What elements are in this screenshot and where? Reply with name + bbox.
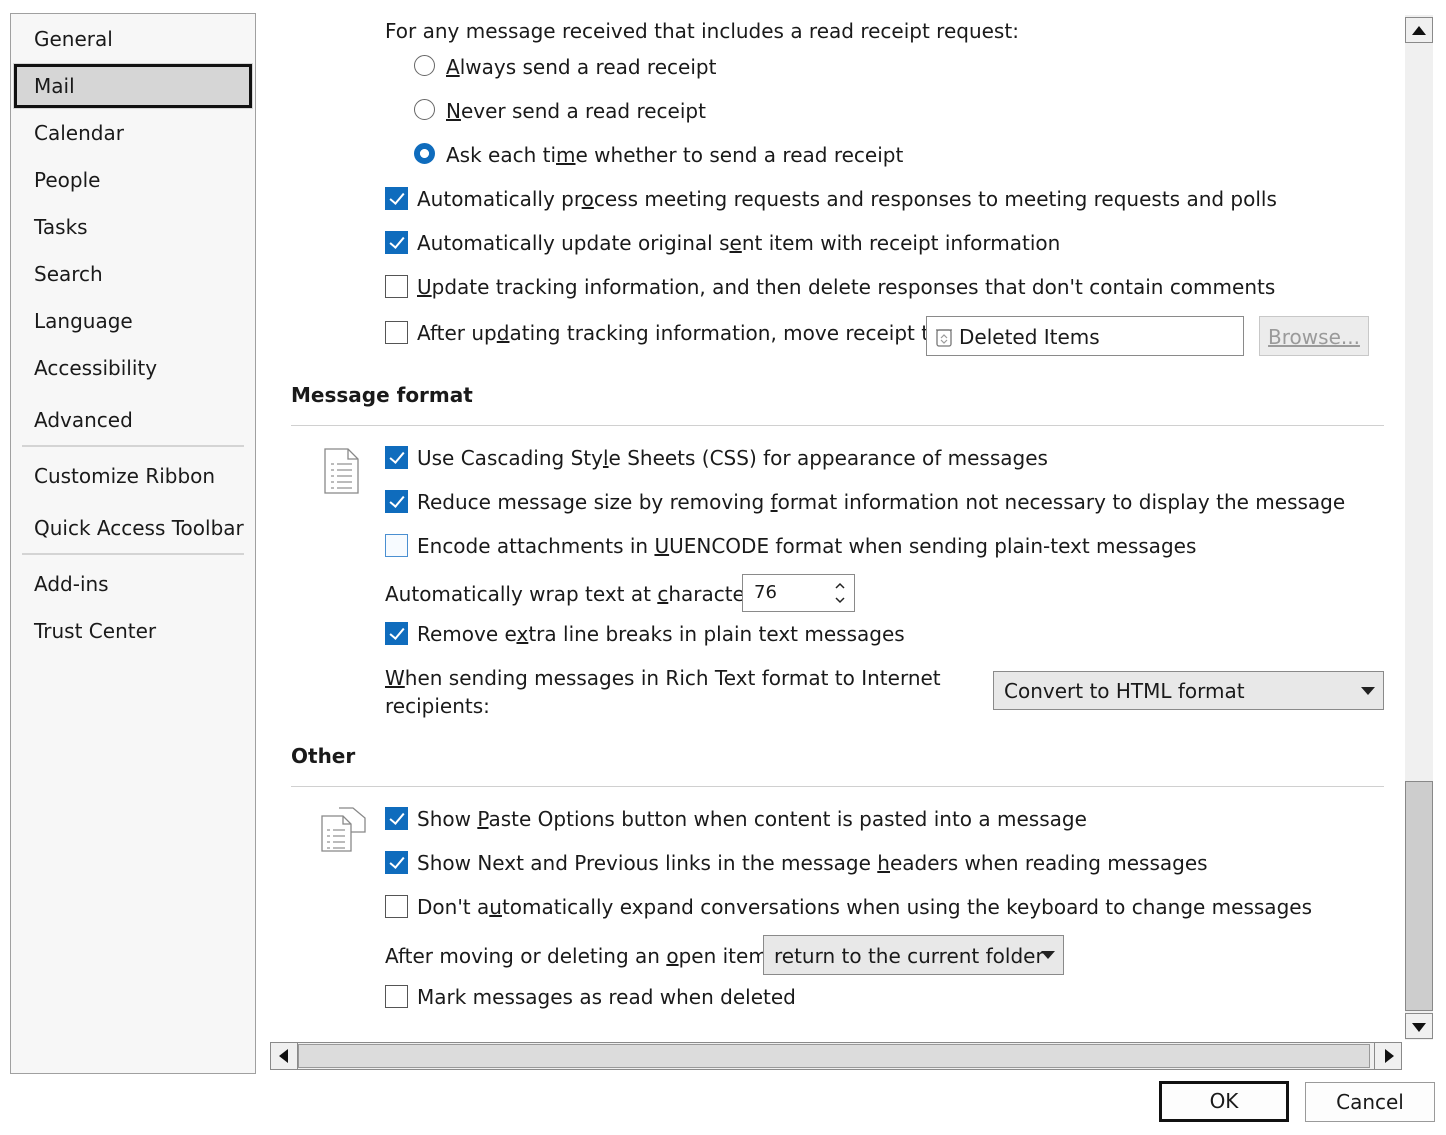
scroll-right-button[interactable] <box>1374 1042 1402 1070</box>
rich-text-format-dropdown[interactable]: Convert to HTML format <box>993 671 1384 710</box>
chevron-down-icon <box>1361 686 1375 695</box>
scroll-left-button[interactable] <box>270 1042 298 1070</box>
nav-item-trust-center[interactable]: Trust Center <box>11 608 255 654</box>
checkbox-remove-line-breaks[interactable] <box>385 622 408 645</box>
browse-button[interactable]: Browse... <box>1259 316 1369 356</box>
rich-text-format-value: Convert to HTML format <box>1004 679 1245 703</box>
checkbox-update-tracking-delete[interactable] <box>385 275 408 298</box>
rich-text-label: When sending messages in Rich Text forma… <box>385 666 941 690</box>
nav-divider <box>22 445 244 447</box>
nav-item-general[interactable]: General <box>11 16 255 62</box>
arrow-left-icon <box>279 1049 288 1063</box>
recycle-bin-icon <box>936 329 952 347</box>
clipboard-options-icon <box>321 807 366 852</box>
message-format-icon <box>324 448 359 494</box>
nav-item-add-ins[interactable]: Add-ins <box>11 561 255 607</box>
receipt-folder-value: Deleted Items <box>959 325 1100 349</box>
scroll-down-button[interactable] <box>1405 1013 1433 1039</box>
checkbox-use-css-label[interactable]: Use Cascading Style Sheets (CSS) for app… <box>417 445 1048 471</box>
nav-item-customize-ribbon[interactable]: Customize Ribbon <box>11 453 255 499</box>
nav-item-mail[interactable]: Mail <box>13 63 253 109</box>
checkbox-no-auto-expand-label[interactable]: Don't automatically expand conversations… <box>417 894 1312 920</box>
checkbox-next-previous-links-label[interactable]: Show Next and Previous links in the mess… <box>417 850 1208 876</box>
arrow-up-icon <box>1412 26 1426 35</box>
section-divider <box>291 786 1384 787</box>
nav-item-calendar[interactable]: Calendar <box>11 110 255 156</box>
checkbox-update-sent-item-label[interactable]: Automatically update original sent item … <box>417 230 1060 256</box>
radio-ask-each-time[interactable] <box>414 143 435 164</box>
checkbox-move-receipt-label[interactable]: After updating tracking information, mov… <box>417 320 948 346</box>
wrap-character-stepper[interactable]: 76 <box>742 574 855 612</box>
checkbox-mark-read-deleted[interactable] <box>385 985 408 1008</box>
radio-never-send-receipt[interactable] <box>414 99 435 120</box>
nav-item-advanced[interactable]: Advanced <box>11 397 255 443</box>
after-move-value: return to the current folder <box>774 944 1044 968</box>
nav-item-quick-access-toolbar[interactable]: Quick Access Toolbar <box>11 505 255 551</box>
cancel-button[interactable]: Cancel <box>1305 1082 1435 1122</box>
arrow-down-icon <box>1412 1023 1426 1032</box>
checkbox-paste-options-label[interactable]: Show Paste Options button when content i… <box>417 806 1087 832</box>
read-receipt-prompt: For any message received that includes a… <box>385 19 1019 43</box>
checkbox-move-receipt[interactable] <box>385 321 408 344</box>
checkbox-process-meeting-requests[interactable] <box>385 187 408 210</box>
checkbox-use-css[interactable] <box>385 446 408 469</box>
checkbox-encode-uuencode-label[interactable]: Encode attachments in UUENCODE format wh… <box>417 533 1196 559</box>
checkbox-remove-line-breaks-label[interactable]: Remove extra line breaks in plain text m… <box>417 621 905 647</box>
nav-item-language[interactable]: Language <box>11 298 255 344</box>
arrow-right-icon <box>1385 1049 1394 1063</box>
receipt-folder-field[interactable]: Deleted Items <box>926 316 1244 356</box>
after-move-label: After moving or deleting an open item: <box>385 944 775 968</box>
nav-divider <box>22 553 244 555</box>
message-format-header: Message format <box>291 383 473 407</box>
checkbox-encode-uuencode[interactable] <box>385 534 408 557</box>
nav-item-tasks[interactable]: Tasks <box>11 204 255 250</box>
rich-text-label-line2: recipients: <box>385 694 490 718</box>
checkbox-next-previous-links[interactable] <box>385 851 408 874</box>
checkbox-no-auto-expand[interactable] <box>385 895 408 918</box>
section-divider <box>291 425 1384 426</box>
checkbox-process-meeting-requests-label[interactable]: Automatically process meeting requests a… <box>417 186 1277 212</box>
checkbox-paste-options[interactable] <box>385 807 408 830</box>
checkbox-update-tracking-delete-label[interactable]: Update tracking information, and then de… <box>417 274 1275 300</box>
scroll-up-button[interactable] <box>1405 17 1433 43</box>
wrap-text-label: Automatically wrap text at character: <box>385 582 760 606</box>
checkbox-reduce-message-size[interactable] <box>385 490 408 513</box>
horizontal-scroll-thumb[interactable] <box>298 1044 1370 1068</box>
nav-item-search[interactable]: Search <box>11 251 255 297</box>
checkbox-mark-read-deleted-label[interactable]: Mark messages as read when deleted <box>417 984 796 1010</box>
radio-ask-each-time-label[interactable]: Ask each time whether to send a read rec… <box>446 142 903 168</box>
options-nav: General Mail Calendar People Tasks Searc… <box>10 13 256 1074</box>
radio-always-send-receipt[interactable] <box>414 55 435 76</box>
vertical-scroll-thumb[interactable] <box>1405 781 1433 1011</box>
checkbox-reduce-message-size-label[interactable]: Reduce message size by removing format i… <box>417 489 1345 515</box>
ok-button[interactable]: OK <box>1159 1081 1289 1122</box>
nav-item-people[interactable]: People <box>11 157 255 203</box>
after-move-dropdown[interactable]: return to the current folder <box>763 935 1064 975</box>
chevron-down-icon <box>1041 951 1055 959</box>
radio-always-send-receipt-label[interactable]: Always send a read receipt <box>446 54 716 80</box>
radio-never-send-receipt-label[interactable]: Never send a read receipt <box>446 98 706 124</box>
checkbox-update-sent-item[interactable] <box>385 231 408 254</box>
other-header: Other <box>291 744 356 768</box>
spin-arrows-icon[interactable] <box>833 579 847 607</box>
nav-item-accessibility[interactable]: Accessibility <box>11 345 255 391</box>
wrap-character-value: 76 <box>754 582 777 603</box>
